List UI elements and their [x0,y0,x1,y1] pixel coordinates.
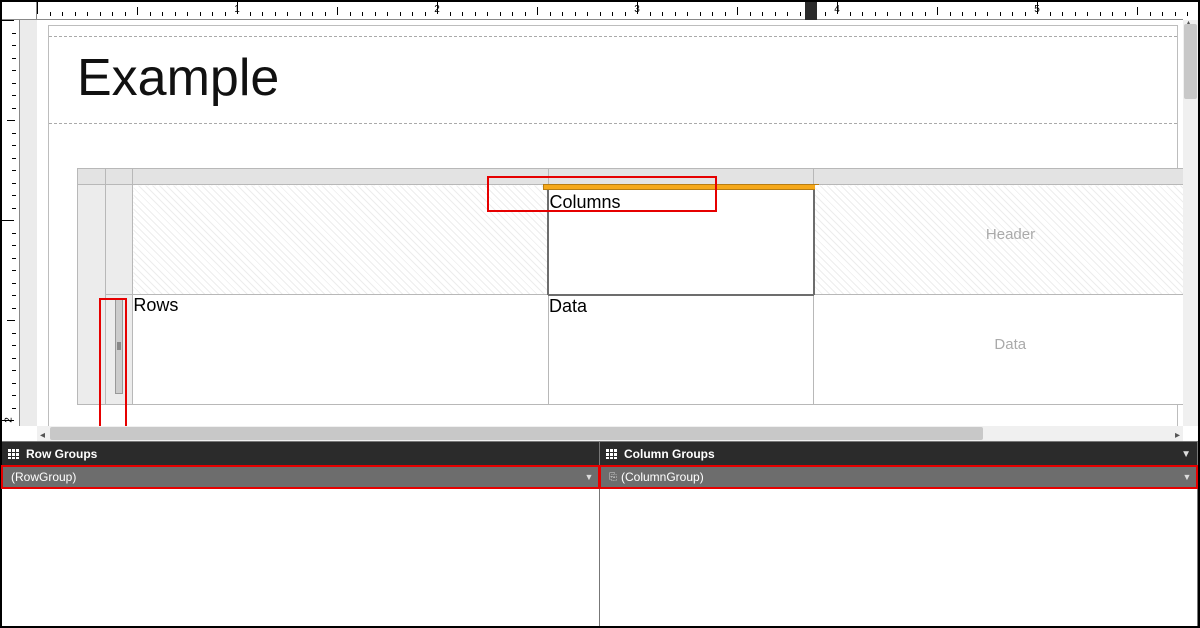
tablix-col-handle-1[interactable] [105,169,133,185]
tablix-col-handle-2[interactable] [133,169,549,185]
ruler-vertical[interactable]: 2 [2,20,20,426]
scroll-right-arrow-icon[interactable] [1172,425,1183,443]
scrollbar-h-thumb[interactable] [50,427,983,440]
column-group-item-label: (ColumnGroup) [621,470,704,484]
chevron-down-icon[interactable]: ▼ [1178,472,1196,482]
ruler-marker[interactable] [805,2,817,20]
row-group-indicator-bar[interactable] [115,299,123,394]
header-placeholder-cell[interactable]: Header [814,185,1183,295]
row-groups-title: Row Groups [26,447,97,461]
grid-icon [606,449,618,459]
header-placeholder-text: Header [815,185,1183,285]
tablix-col-handle-3[interactable] [548,169,814,185]
link-icon: ⎘ [609,472,617,483]
scrollbar-h-track[interactable] [48,426,1172,441]
row-groups-header[interactable]: Row Groups [2,442,599,466]
column-groups-title: Column Groups [624,447,715,461]
scrollbar-v-thumb[interactable] [1184,24,1197,99]
chevron-down-icon[interactable]: ▼ [580,472,598,482]
scrollbar-vertical[interactable] [1183,20,1198,426]
row-group-cell[interactable]: Rows [133,295,549,405]
column-group-header-cell[interactable]: Columns [548,185,814,295]
row-groups-body[interactable] [2,488,599,626]
design-gutter [20,20,37,426]
report-title-textbox[interactable]: Example [77,48,279,108]
column-group-indicator [543,184,819,190]
column-groups-header[interactable]: Column Groups ▼ [600,442,1197,466]
ruler-h-ticks: 12345 [37,2,1183,19]
data-cell[interactable]: Data [548,295,814,405]
design-canvas[interactable]: Example [37,20,1183,426]
ruler-horizontal[interactable]: 12345 [37,2,1183,20]
tablix-row-handle-2[interactable] [105,295,133,405]
scroll-left-arrow-icon[interactable] [37,425,48,443]
column-groups-body[interactable] [600,488,1197,626]
data-label: Data [549,296,587,316]
data-placeholder-text: Data [814,295,1183,395]
tablix-corner-handle[interactable] [78,169,106,185]
report-body[interactable]: Example [49,26,1177,426]
grouping-pane: Row Groups (RowGroup) ▼ Column Groups ▼ … [2,441,1198,626]
row-group-item[interactable]: (RowGroup) ▼ [2,466,599,488]
tablix-row-handle-1[interactable] [105,185,133,295]
row-group-item-row: (RowGroup) ▼ [2,466,599,488]
grid-icon [8,449,20,459]
column-groups-panel: Column Groups ▼ ⎘ (ColumnGroup) ▼ [600,441,1198,626]
chevron-down-icon[interactable]: ▼ [1181,449,1191,460]
tablix-region[interactable]: Columns Header Rows [77,168,1183,405]
report-designer-frame: 12345 2 Example [0,0,1200,628]
tablix-row-handle-area[interactable] [78,185,106,405]
columns-label: Columns [549,192,620,212]
row-group-item-label: (RowGroup) [11,470,76,484]
scrollbar-horizontal[interactable] [37,426,1183,441]
row-groups-panel: Row Groups (RowGroup) ▼ [2,441,600,626]
rows-label: Rows [133,295,178,315]
tablix-col-handle-4[interactable] [814,169,1183,185]
column-group-item-row: ⎘ (ColumnGroup) ▼ [600,466,1197,488]
tablix-corner-cell[interactable] [133,185,549,295]
data-placeholder-cell[interactable]: Data [814,295,1183,405]
ruler-corner [2,2,37,20]
column-group-item[interactable]: ⎘ (ColumnGroup) ▼ [600,466,1197,488]
